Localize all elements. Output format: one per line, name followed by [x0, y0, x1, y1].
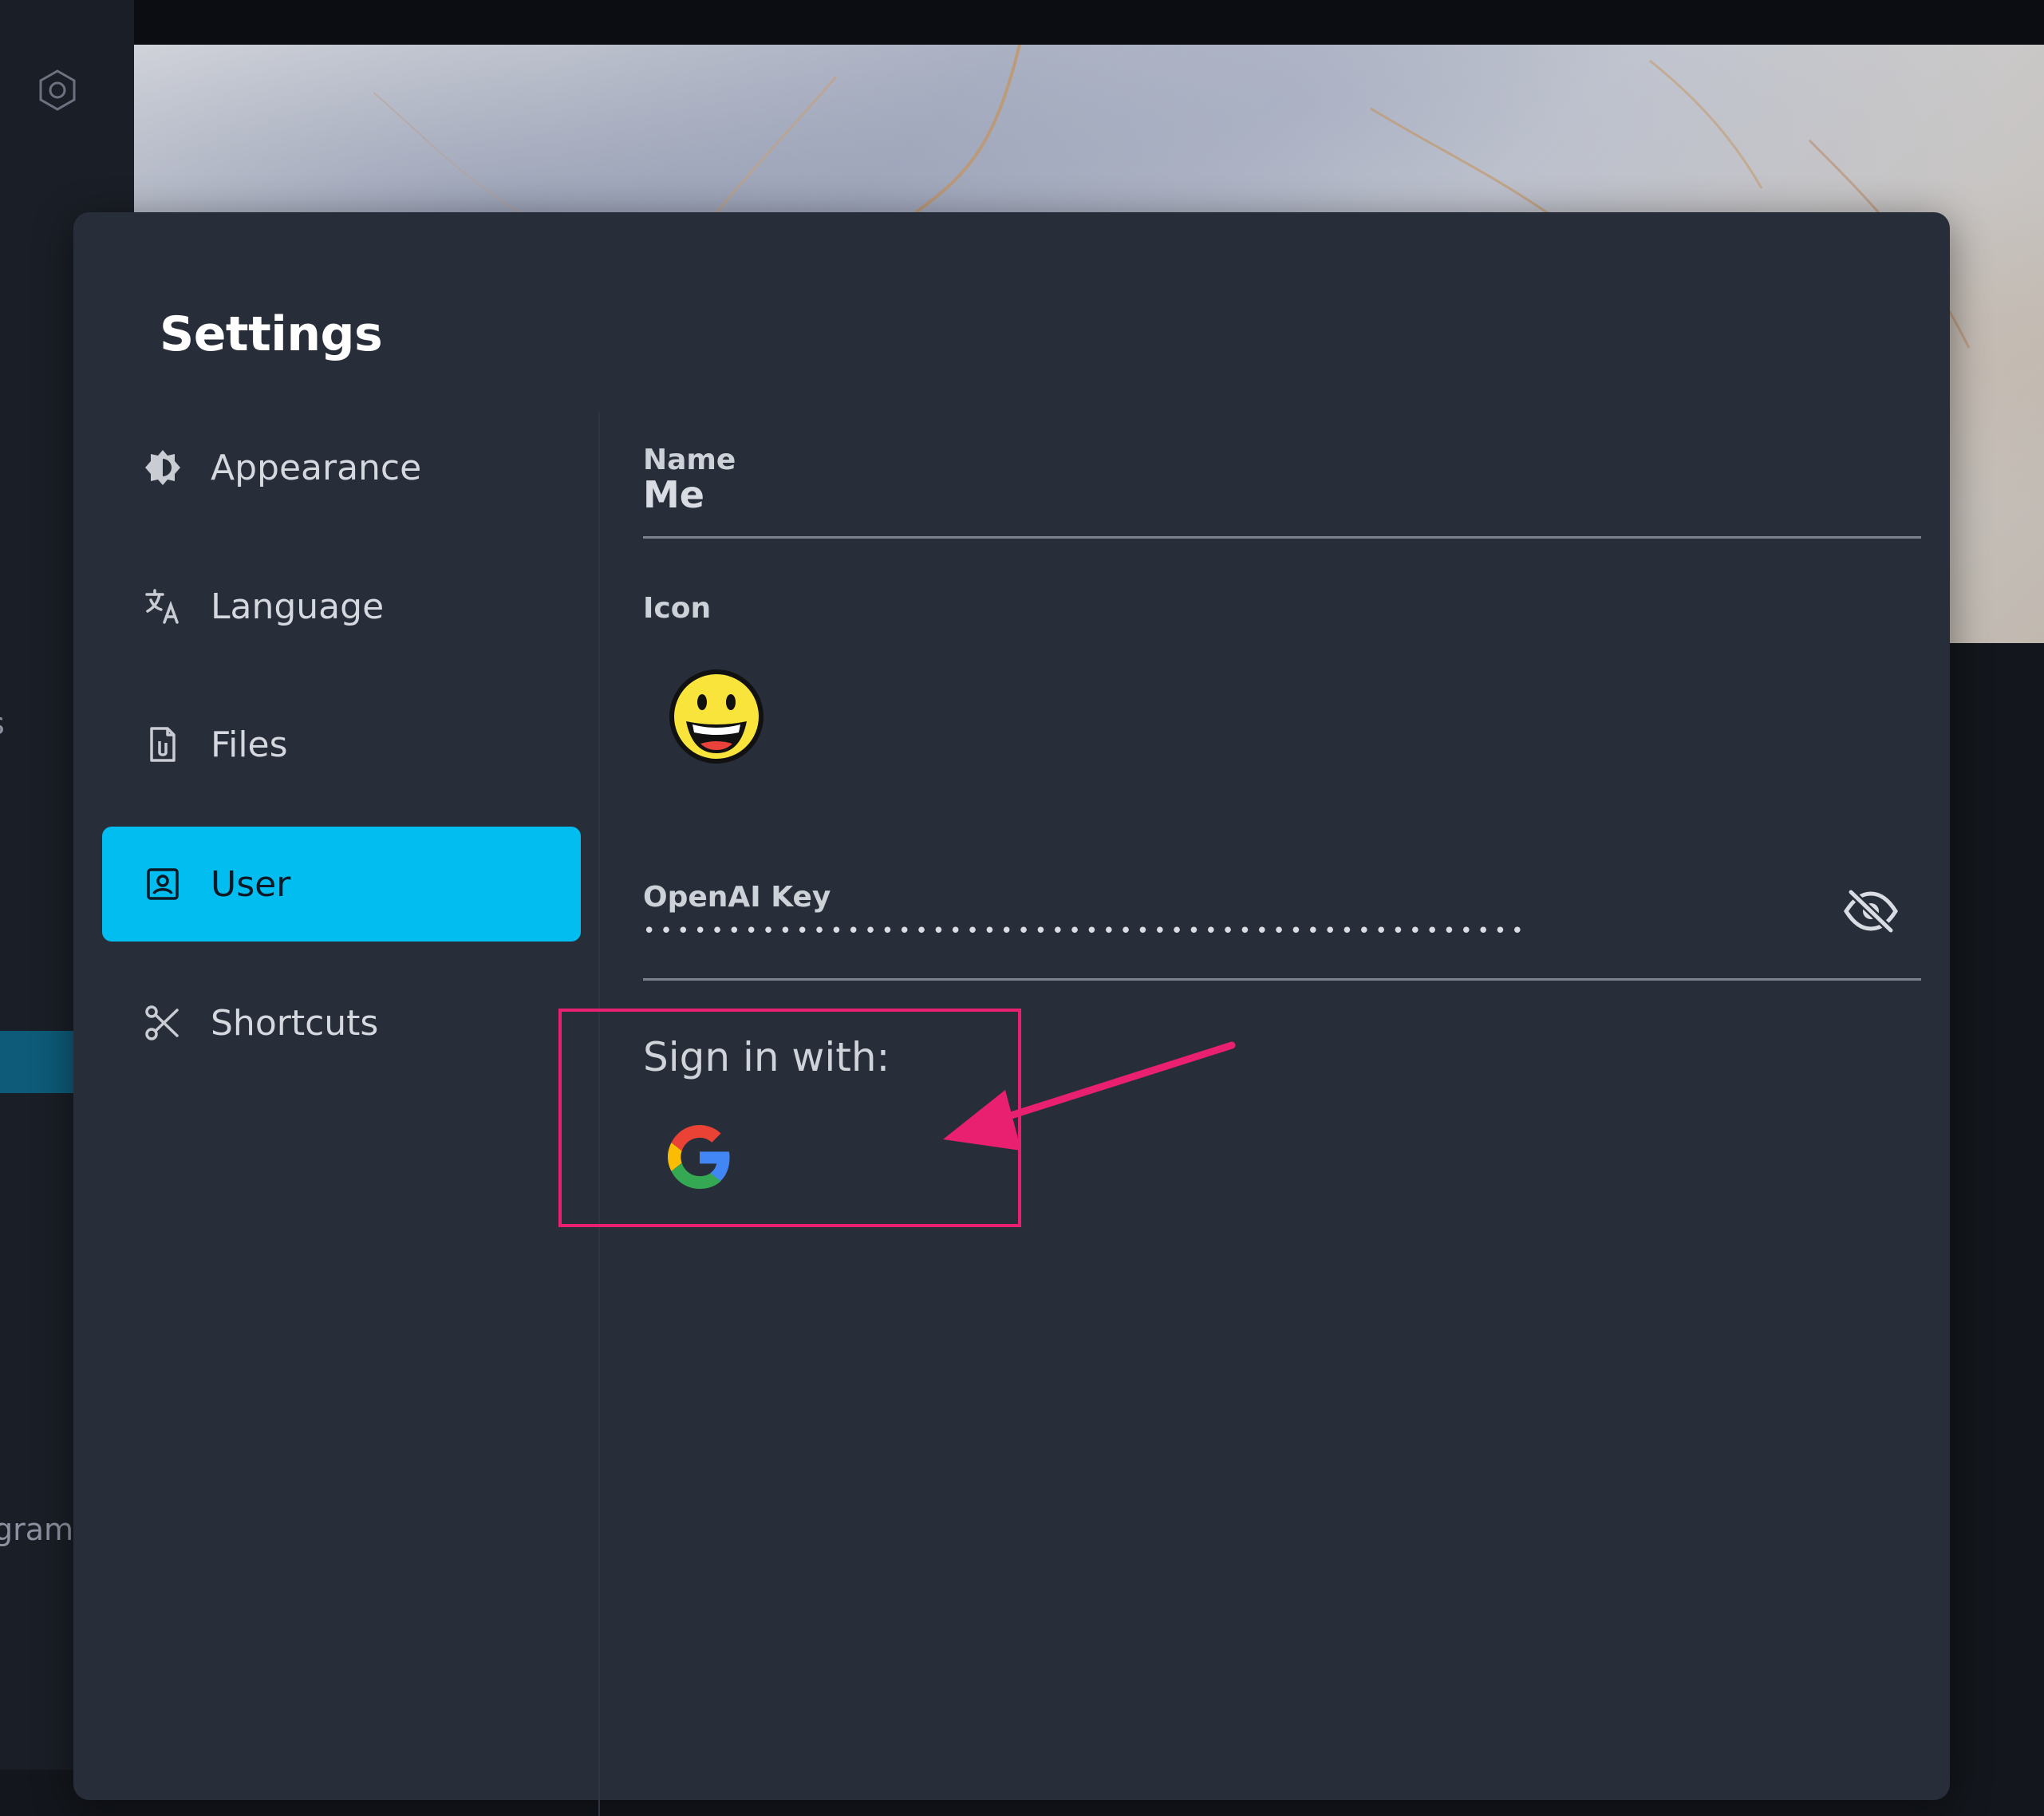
nav-label: Appearance [211, 447, 422, 488]
nav-item-files[interactable]: Files [102, 687, 581, 802]
appearance-icon [145, 450, 180, 485]
top-bar [134, 0, 2044, 45]
eye-off-icon[interactable] [1843, 889, 1899, 937]
sidebar-text-fragment: gram [0, 1512, 74, 1547]
user-badge-icon [147, 868, 179, 900]
openai-key-input[interactable]: ••••••••••••••••••••••••••••••••••••••••… [643, 919, 1600, 943]
file-icon [150, 727, 176, 762]
sidebar-text-fragment: s [0, 706, 5, 741]
nav-item-language[interactable]: Language [102, 549, 581, 664]
settings-dialog: Settings Appearance Language Files User … [73, 212, 1950, 1816]
hexagon-logo-icon[interactable] [35, 68, 80, 113]
nav-label: Language [211, 586, 385, 627]
nav-label: User [211, 863, 291, 905]
openai-key-label: OpenAI Key [643, 881, 831, 914]
grinning-face-emoji[interactable] [667, 667, 766, 769]
annotation-arrow [943, 1041, 1236, 1151]
translate-icon [145, 589, 179, 624]
openai-key-underline [643, 978, 1921, 981]
scissors-icon [145, 1005, 179, 1040]
icon-label: Icon [643, 592, 712, 625]
dialog-title: Settings [160, 306, 383, 362]
name-input[interactable]: Me [643, 473, 704, 516]
nav-item-user[interactable]: User [102, 827, 581, 942]
name-input-underline [643, 536, 1921, 539]
name-label: Name [643, 444, 736, 476]
nav-item-shortcuts[interactable]: Shortcuts [102, 965, 581, 1080]
nav-item-appearance[interactable]: Appearance [102, 410, 581, 525]
nav-label: Files [211, 724, 288, 765]
nav-label: Shortcuts [211, 1002, 379, 1044]
background-panel [1950, 643, 2044, 1770]
